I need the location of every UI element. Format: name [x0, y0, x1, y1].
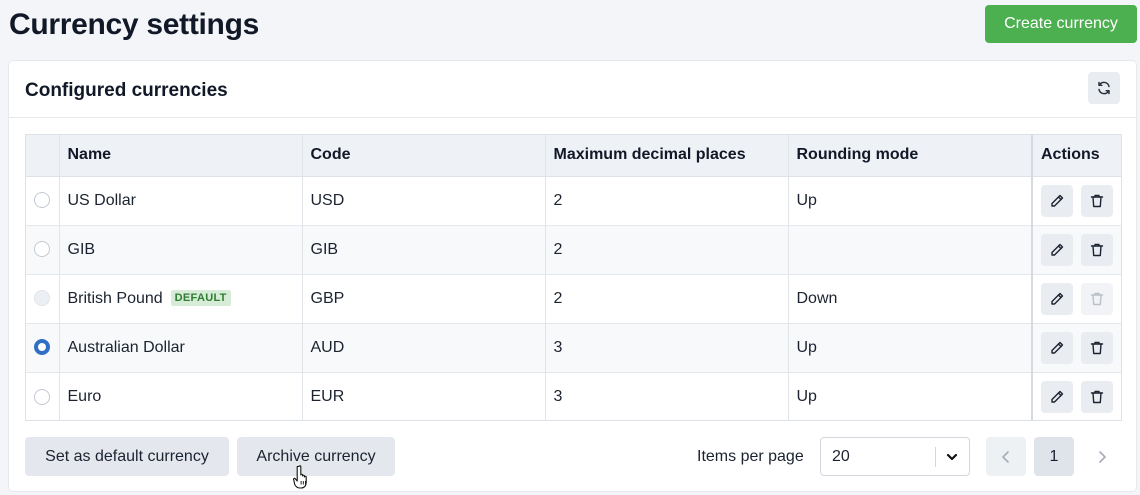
select-column-header	[26, 135, 60, 177]
delete-button	[1081, 282, 1113, 315]
pencil-icon	[1049, 389, 1065, 405]
name-cell: US Dollar	[59, 176, 303, 226]
items-per-page-select[interactable]: 20	[820, 437, 970, 476]
decimals-cell: 3	[545, 323, 789, 373]
page-title: Currency settings	[9, 8, 259, 41]
rounding-cell: Down	[788, 274, 1033, 324]
chevron-down-icon	[946, 453, 958, 461]
name-cell: British Pound DEFAULT	[59, 274, 303, 324]
row-select-cell	[26, 323, 60, 373]
column-header-decimals[interactable]: Maximum decimal places	[545, 135, 789, 177]
trash-icon	[1089, 242, 1105, 258]
column-header-name[interactable]: Name	[59, 135, 303, 177]
pencil-icon	[1049, 242, 1065, 258]
currency-name: Australian Dollar	[67, 338, 185, 356]
row-radio-button[interactable]	[34, 192, 51, 209]
hand-cursor-icon	[293, 465, 307, 489]
refresh-button[interactable]	[1088, 72, 1120, 104]
code-cell: EUR	[302, 372, 546, 420]
decimals-cell: 2	[545, 225, 789, 275]
page-button-current[interactable]: 1	[1034, 437, 1074, 476]
table-row[interactable]: Euro EUR 3 Up	[26, 372, 1121, 420]
table-row[interactable]: GIB GIB 2	[26, 225, 1121, 275]
table-row[interactable]: British Pound DEFAULT GBP 2 Down	[26, 274, 1121, 324]
trash-icon	[1089, 193, 1105, 209]
rounding-cell: Up	[788, 323, 1033, 373]
rounding-cell: Up	[788, 176, 1033, 226]
code-cell: GBP	[302, 274, 546, 324]
table-row[interactable]: US Dollar USD 2 Up	[26, 176, 1121, 226]
edit-button[interactable]	[1041, 233, 1073, 266]
next-page-button[interactable]	[1082, 437, 1122, 476]
pencil-icon	[1049, 340, 1065, 356]
table-header-row: Name Code Maximum decimal places Roundin…	[26, 135, 1121, 177]
select-separator	[935, 447, 936, 467]
previous-page-button[interactable]	[986, 437, 1026, 476]
column-header-code[interactable]: Code	[302, 135, 546, 177]
name-cell: GIB	[59, 225, 303, 275]
row-select-cell	[26, 176, 60, 226]
row-radio-button	[34, 290, 51, 307]
row-radio-button[interactable]	[34, 339, 51, 356]
edit-button[interactable]	[1041, 331, 1073, 364]
name-cell: Australian Dollar	[59, 323, 303, 373]
currency-name: GIB	[67, 240, 96, 258]
refresh-icon	[1098, 81, 1110, 95]
row-select-cell	[26, 274, 60, 324]
table-row[interactable]: Australian Dollar AUD 3 Up	[26, 323, 1121, 373]
delete-button[interactable]	[1081, 331, 1113, 364]
edit-button[interactable]	[1041, 282, 1073, 315]
code-cell: USD	[302, 176, 546, 226]
trash-icon	[1089, 291, 1105, 307]
currency-table: Name Code Maximum decimal places Roundin…	[25, 134, 1122, 421]
archive-currency-button[interactable]: Archive currency	[237, 437, 395, 476]
chevron-right-icon	[1099, 450, 1106, 463]
column-header-rounding[interactable]: Rounding mode	[788, 135, 1033, 177]
delete-button[interactable]	[1081, 233, 1113, 266]
card-title: Configured currencies	[25, 80, 228, 101]
actions-cell	[1031, 274, 1121, 324]
set-default-currency-button[interactable]: Set as default currency	[25, 437, 229, 476]
edit-button[interactable]	[1041, 380, 1073, 413]
edit-button[interactable]	[1041, 184, 1073, 217]
trash-icon	[1089, 389, 1105, 405]
code-cell: GIB	[302, 225, 546, 275]
actions-cell	[1031, 176, 1121, 226]
decimals-cell: 3	[545, 372, 789, 420]
delete-button[interactable]	[1081, 184, 1113, 217]
decimals-cell: 2	[545, 274, 789, 324]
pencil-icon	[1049, 193, 1065, 209]
items-per-page-value: 20	[832, 448, 850, 465]
actions-cell	[1031, 372, 1121, 420]
actions-cell	[1031, 323, 1121, 373]
currency-name: Euro	[67, 387, 102, 405]
pencil-icon	[1049, 291, 1065, 307]
rounding-cell	[788, 225, 1033, 275]
currency-name: British Pound	[67, 289, 163, 307]
decimals-cell: 2	[545, 176, 789, 226]
actions-cell	[1031, 225, 1121, 275]
chevron-left-icon	[1002, 450, 1009, 463]
column-header-actions: Actions	[1031, 135, 1121, 177]
card-header: Configured currencies	[9, 61, 1136, 118]
default-badge: DEFAULT	[170, 289, 231, 306]
rounding-cell: Up	[788, 372, 1033, 420]
create-currency-button[interactable]: Create currency	[985, 5, 1137, 43]
name-cell: Euro	[59, 372, 303, 420]
currency-name: US Dollar	[67, 191, 136, 209]
row-select-cell	[26, 372, 60, 420]
row-radio-button[interactable]	[34, 388, 51, 405]
items-per-page-label: Items per page	[697, 448, 804, 465]
trash-icon	[1089, 340, 1105, 356]
code-cell: AUD	[302, 323, 546, 373]
configured-currencies-card: Configured currencies Name Code Maximum …	[8, 60, 1137, 492]
delete-button[interactable]	[1081, 380, 1113, 413]
row-radio-button[interactable]	[34, 241, 51, 258]
row-select-cell	[26, 225, 60, 275]
